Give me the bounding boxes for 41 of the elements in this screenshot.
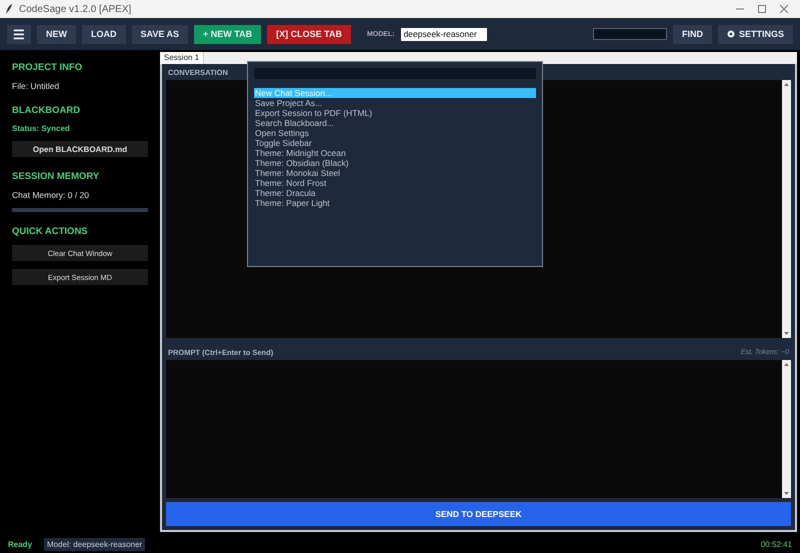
command-item[interactable]: Toggle Sidebar <box>254 138 536 148</box>
feather-icon <box>6 4 13 14</box>
status-text: Ready <box>8 540 32 548</box>
model-dropdown[interactable]: deepseek-reasoner <box>400 28 487 40</box>
command-item[interactable]: Search Blackboard... <box>254 118 536 128</box>
info-text: Chat Memory: 0 / 20 <box>12 190 90 200</box>
section-heading: PROJECT INFO <box>12 62 84 73</box>
toolbar-button[interactable]: SAVE AS <box>132 24 188 44</box>
scrollbar[interactable] <box>782 360 791 498</box>
window-title: CodeSage v1.2.0 [APEX] <box>19 4 132 14</box>
search-field[interactable] <box>592 28 667 40</box>
model-badge: Model: deepseek-reasoner <box>44 538 146 550</box>
command-item[interactable]: Theme: Obsidian (Black) <box>254 158 536 168</box>
toolbar-button[interactable]: NEW <box>37 24 76 44</box>
close-icon[interactable] <box>780 5 788 13</box>
menu-button[interactable]: ☰ <box>7 24 31 44</box>
clock-text: 00:52:41 <box>760 540 792 548</box>
command-item[interactable]: Theme: Dracula <box>254 188 536 198</box>
section-heading: BLACKBOARD <box>12 105 82 116</box>
maximize-icon[interactable] <box>758 5 766 13</box>
command-item[interactable]: Open Settings <box>254 128 536 138</box>
session-tab[interactable]: Session 1 <box>160 52 204 64</box>
settings-icon <box>726 30 735 38</box>
command-item[interactable]: Theme: Paper Light <box>254 198 536 208</box>
scrollbar[interactable] <box>782 80 791 338</box>
section-heading: SESSION MEMORY <box>12 171 100 182</box>
send-button[interactable]: SEND TO DEEPSEEK <box>166 502 791 526</box>
settings-button[interactable]: SETTINGS <box>718 24 793 44</box>
toolbar-button[interactable]: [X] CLOSE TAB <box>267 24 351 44</box>
info-text: File: Untitled <box>12 81 60 91</box>
status-text: Status: Synced <box>12 124 71 133</box>
toolbar-button[interactable]: LOAD <box>82 24 126 44</box>
section-heading: QUICK ACTIONS <box>12 226 89 237</box>
command-item[interactable]: Export Session to PDF (HTML) <box>254 108 536 118</box>
find-button[interactable]: FIND <box>672 24 712 44</box>
prompt-field[interactable] <box>166 360 791 498</box>
command-item[interactable]: Save Project As... <box>254 98 536 108</box>
command-item[interactable]: Theme: Midnight Ocean <box>254 148 536 158</box>
command-item[interactable]: Theme: Nord Frost <box>254 178 536 188</box>
command-item[interactable]: Theme: Monokai Steel <box>254 168 536 178</box>
open-blackboard-button[interactable]: Open BLACKBOARD.md <box>12 141 148 157</box>
